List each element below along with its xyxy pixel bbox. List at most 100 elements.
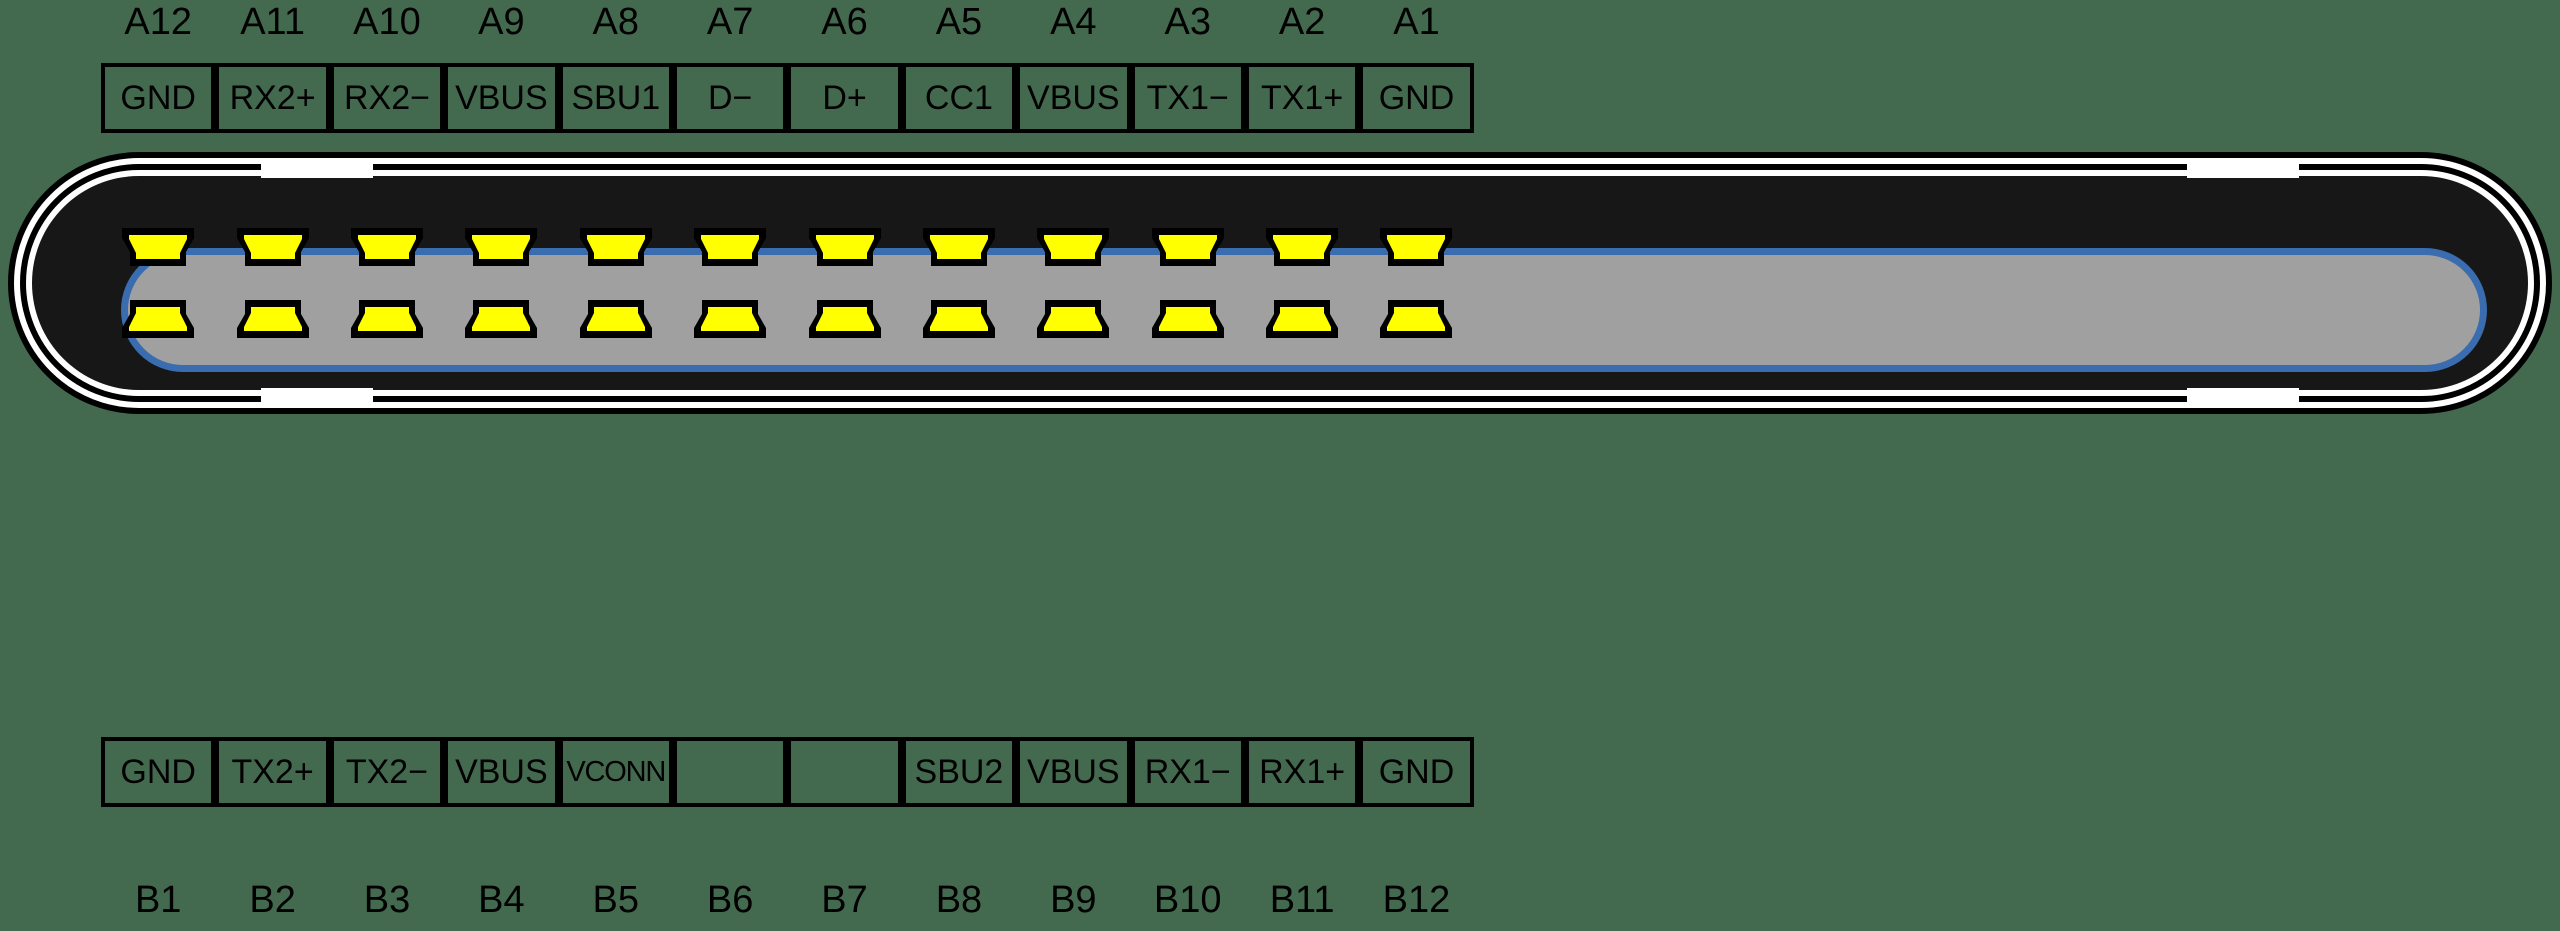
pin-number-a5: A5 bbox=[935, 1, 983, 43]
latch-notch-top-left bbox=[261, 158, 373, 178]
contact-pin-icon bbox=[1266, 300, 1339, 338]
contact-slot-b7 bbox=[787, 300, 901, 338]
pin-number-a7: A7 bbox=[706, 1, 754, 43]
contact-pin-icon bbox=[236, 228, 309, 266]
contact-pin-icon bbox=[465, 228, 538, 266]
top-contact-row bbox=[8, 228, 2552, 266]
latch-notch-top-right bbox=[2187, 158, 2299, 178]
contact-pin-icon bbox=[1380, 300, 1453, 338]
contact-slot-b2 bbox=[215, 300, 329, 338]
pin-number-a2: A2 bbox=[1278, 1, 1326, 43]
pin-number-a9: A9 bbox=[478, 1, 525, 43]
signal-box-a6: D+ bbox=[787, 63, 902, 133]
signal-box-a4: VBUS bbox=[1016, 63, 1131, 133]
pin-number-a3: A3 bbox=[1164, 1, 1211, 43]
bottom-pin-number-row: B1 B2 B3 B4 B5 B6 B7 B8 B9 B10 B11 B12 bbox=[0, 878, 2560, 922]
contact-slot-a4 bbox=[1016, 228, 1130, 266]
contact-pin-icon bbox=[694, 228, 767, 266]
pin-number-a8: A8 bbox=[592, 1, 639, 43]
contact-pin-icon bbox=[1037, 228, 1110, 266]
signal-box-a3: TX1− bbox=[1130, 63, 1245, 133]
signal-box-a8: SBU1 bbox=[558, 63, 673, 133]
signal-box-a2: TX1+ bbox=[1244, 63, 1360, 133]
contact-slot-a1 bbox=[1359, 228, 1473, 266]
row-spacer bbox=[0, 737, 101, 807]
contact-pin-icon bbox=[1266, 228, 1339, 266]
contact-slot-a3 bbox=[1131, 228, 1245, 266]
signal-box-b8: SBU2 bbox=[901, 737, 1017, 807]
contact-slot-b3 bbox=[330, 300, 444, 338]
contact-slot-b4 bbox=[444, 300, 558, 338]
pin-number-a4: A4 bbox=[1050, 1, 1097, 43]
usb-c-receptacle-graphic bbox=[8, 152, 2552, 414]
contact-slot-b10 bbox=[1131, 300, 1245, 338]
pin-number-b3: B3 bbox=[363, 879, 411, 921]
signal-box-a11: RX2+ bbox=[215, 63, 330, 133]
row-spacer bbox=[1474, 63, 1560, 133]
contact-slot-a8 bbox=[559, 228, 673, 266]
contact-pin-icon bbox=[579, 300, 652, 338]
contact-pin-icon bbox=[350, 300, 423, 338]
connector-housing bbox=[32, 176, 2528, 390]
signal-box-b4: VBUS bbox=[444, 737, 559, 807]
contact-slot-a2 bbox=[1245, 228, 1359, 266]
contact-slot-a10 bbox=[330, 228, 444, 266]
contact-pin-icon bbox=[236, 300, 309, 338]
signal-box-b7 bbox=[787, 737, 902, 807]
contact-pin-icon bbox=[1037, 300, 1110, 338]
signal-box-a10: RX2− bbox=[329, 63, 445, 133]
contact-slot-a5 bbox=[902, 228, 1016, 266]
contact-slot-b11 bbox=[1245, 300, 1359, 338]
contact-pin-icon bbox=[1151, 228, 1224, 266]
contact-pin-icon bbox=[579, 228, 652, 266]
pin-number-a10: A10 bbox=[353, 1, 421, 43]
contact-pin-icon bbox=[808, 228, 881, 266]
pin-number-b11: B11 bbox=[1269, 879, 1335, 921]
signal-box-b5: VCONN bbox=[558, 737, 673, 807]
contact-pin-icon bbox=[465, 300, 538, 338]
signal-box-a5: CC1 bbox=[901, 63, 1017, 133]
contact-slot-a12 bbox=[101, 228, 215, 266]
pin-number-b1: B1 bbox=[134, 879, 182, 921]
latch-notch-bottom-left bbox=[261, 388, 373, 408]
contact-slot-b9 bbox=[1016, 300, 1130, 338]
signal-box-b12: GND bbox=[1359, 737, 1474, 807]
contact-pin-icon bbox=[922, 300, 995, 338]
signal-box-a12: GND bbox=[101, 63, 216, 133]
pin-number-b6: B6 bbox=[706, 879, 754, 921]
contact-pin-icon bbox=[1151, 300, 1224, 338]
pin-number-b10: B10 bbox=[1153, 879, 1222, 921]
contact-slot-a7 bbox=[673, 228, 787, 266]
pin-number-b7: B7 bbox=[821, 879, 868, 921]
contact-pin-icon bbox=[122, 300, 195, 338]
contact-pin-icon bbox=[922, 228, 995, 266]
pin-number-b5: B5 bbox=[592, 879, 639, 921]
row-spacer bbox=[0, 878, 101, 922]
contact-pin-icon bbox=[808, 300, 881, 338]
contact-pin-icon bbox=[122, 228, 195, 266]
pin-number-b8: B8 bbox=[935, 879, 983, 921]
contact-slot-b5 bbox=[559, 300, 673, 338]
pin-number-a6: A6 bbox=[821, 1, 868, 43]
pin-number-b9: B9 bbox=[1050, 879, 1097, 921]
pin-number-b2: B2 bbox=[249, 879, 296, 921]
row-spacer bbox=[1474, 0, 1560, 44]
contact-slot-b12 bbox=[1359, 300, 1473, 338]
signal-box-b3: TX2− bbox=[329, 737, 445, 807]
signal-box-b1: GND bbox=[101, 737, 216, 807]
contact-pin-icon bbox=[1380, 228, 1453, 266]
contact-slot-b8 bbox=[902, 300, 1016, 338]
pin-number-b4: B4 bbox=[478, 879, 525, 921]
contact-slot-b1 bbox=[101, 300, 215, 338]
signal-box-b9: VBUS bbox=[1016, 737, 1131, 807]
latch-notch-bottom-right bbox=[2187, 388, 2299, 408]
contact-pin-icon bbox=[694, 300, 767, 338]
contact-pin-icon bbox=[350, 228, 423, 266]
signal-box-b10: RX1− bbox=[1130, 737, 1245, 807]
signal-box-b2: TX2+ bbox=[215, 737, 330, 807]
signal-box-a9: VBUS bbox=[444, 63, 559, 133]
pin-number-a1: A1 bbox=[1393, 1, 1440, 43]
row-spacer bbox=[0, 0, 101, 44]
bottom-signal-box-row: GND TX2+ TX2− VBUS VCONN SBU2 VBUS RX1− … bbox=[0, 737, 2560, 807]
contact-slot-a9 bbox=[444, 228, 558, 266]
